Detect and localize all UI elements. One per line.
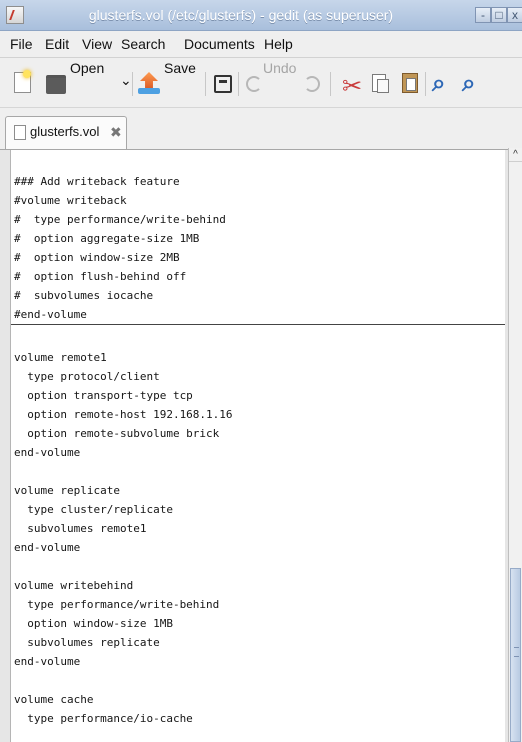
text-file-icon — [14, 125, 26, 140]
code-line: # option aggregate-size 1MB — [14, 232, 200, 245]
scroll-up-arrow-icon[interactable]: ^ — [509, 148, 522, 162]
vertical-scrollbar[interactable]: ^ — [508, 148, 522, 742]
menu-view[interactable]: View — [82, 36, 112, 52]
close-window-button[interactable]: x — [507, 7, 522, 23]
scroll-thumb[interactable] — [510, 568, 521, 742]
folder-open-icon[interactable] — [46, 75, 66, 94]
tab-glusterfs-vol[interactable]: glusterfs.vol ✖ — [5, 116, 127, 149]
code-line: subvolumes remote1 — [14, 522, 147, 535]
menu-search[interactable]: Search — [121, 36, 165, 52]
code-line: volume writebehind — [14, 579, 134, 592]
code-line: #end-volume — [14, 308, 87, 321]
code-line: type performance/io-cache — [14, 712, 193, 725]
save-tray-icon — [138, 88, 160, 94]
code-line: volume cache — [14, 693, 94, 706]
window-title: glusterfs.vol (/etc/glusterfs) - gedit (… — [88, 7, 394, 23]
code-line: end-volume — [14, 655, 81, 668]
find-replace-icon[interactable]: ⌕ — [462, 70, 475, 97]
menu-bar: File Edit View Search Documents Help — [0, 31, 522, 58]
code-line: option remote-host 192.168.1.16 — [14, 408, 233, 421]
scroll-grip-icon — [514, 647, 519, 657]
code-line: subvolumes replicate — [14, 636, 160, 649]
paste-icon[interactable] — [402, 73, 418, 93]
code-line: ### Add writeback feature — [14, 175, 180, 188]
open-button[interactable]: Open — [70, 60, 104, 84]
menu-documents[interactable]: Documents — [184, 36, 255, 52]
code-line: # option window-size 2MB — [14, 251, 180, 264]
maximize-button[interactable]: □ — [491, 7, 507, 23]
menu-help[interactable]: Help — [264, 36, 293, 52]
title-bar: glusterfs.vol (/etc/glusterfs) - gedit (… — [0, 0, 522, 31]
print-icon[interactable] — [214, 75, 232, 93]
toolbar-separator — [425, 72, 426, 96]
undo-button: Undo — [263, 60, 297, 76]
code-line: # option flush-behind off — [14, 270, 187, 283]
code-line: type cluster/replicate — [14, 503, 173, 516]
current-line-indicator — [11, 324, 505, 325]
menu-edit[interactable]: Edit — [45, 36, 69, 52]
gedit-icon[interactable] — [6, 6, 24, 24]
toolbar-separator — [238, 72, 239, 96]
cut-icon[interactable]: ✂ — [342, 72, 362, 100]
document-tabs: glusterfs.vol ✖ — [0, 108, 522, 150]
code-line: option transport-type tcp — [14, 389, 193, 402]
menu-file[interactable]: File — [10, 36, 33, 52]
toolbar-separator — [330, 72, 331, 96]
open-recent-arrow-icon[interactable]: ⌄ — [120, 72, 132, 96]
code-line: end-volume — [14, 541, 81, 554]
code-line: # type performance/write-behind — [14, 213, 226, 226]
redo-icon — [304, 76, 320, 92]
undo-icon — [246, 76, 262, 92]
close-tab-icon[interactable]: ✖ — [110, 124, 122, 141]
find-icon[interactable]: ⌕ — [432, 70, 445, 97]
copy-icon[interactable] — [372, 74, 389, 93]
save-button[interactable]: Save — [164, 60, 196, 84]
code-line: volume remote1 — [14, 351, 107, 364]
code-line: type protocol/client — [14, 370, 160, 383]
code-line: end-volume — [14, 446, 81, 459]
code-line: volume replicate — [14, 484, 120, 497]
toolbar-separator — [132, 72, 133, 96]
code-line: type performance/write-behind — [14, 598, 220, 611]
code-line: #volume writeback — [14, 194, 127, 207]
toolbar-separator — [205, 72, 206, 96]
code-line: option remote-subvolume brick — [14, 427, 220, 440]
tab-label: glusterfs.vol — [30, 124, 100, 139]
code-line: # subvolumes iocache — [14, 289, 154, 302]
toolbar: Open ⌄ Save Undo ✂ ⌕ ⌕ — [0, 58, 522, 108]
new-document-icon[interactable] — [14, 70, 31, 93]
text-editor[interactable]: ### Add writeback feature #volume writeb… — [10, 150, 505, 742]
code-line: option window-size 1MB — [14, 617, 173, 630]
minimize-button[interactable]: - — [475, 7, 491, 23]
